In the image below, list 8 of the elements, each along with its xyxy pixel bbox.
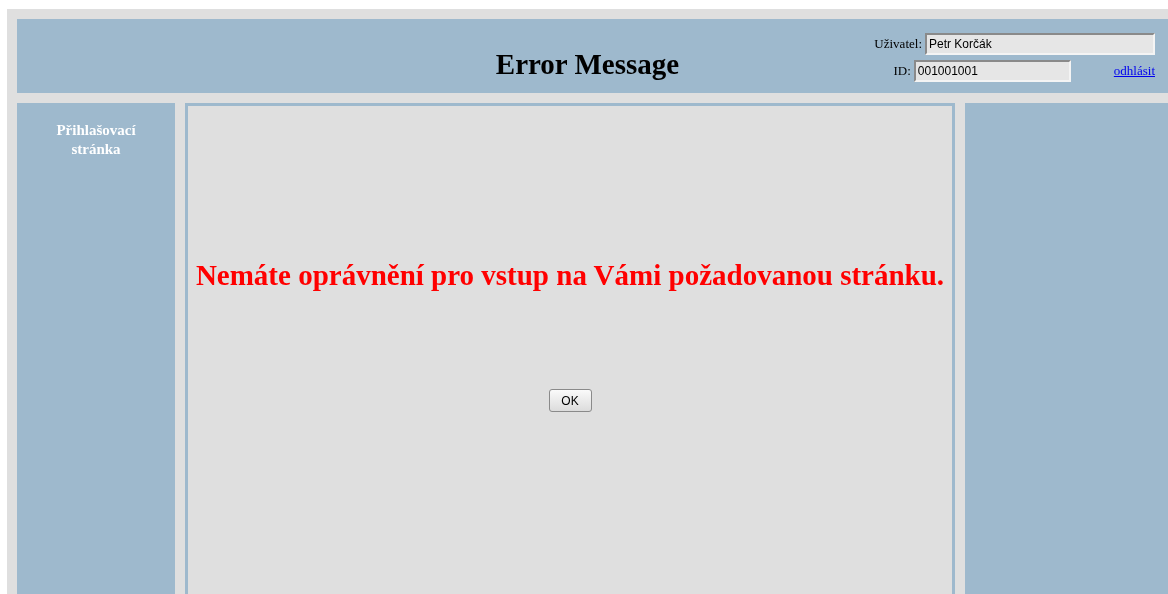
user-field[interactable]: Petr Korčák xyxy=(925,33,1155,55)
page-title: Error Message xyxy=(495,47,680,83)
user-label: Uživatel: xyxy=(874,35,922,54)
id-label: ID: xyxy=(893,62,911,81)
logout-link[interactable]: odhlásit xyxy=(1113,61,1155,81)
id-field[interactable]: 001001001 xyxy=(913,60,1071,82)
ok-button[interactable]: OK xyxy=(548,389,592,412)
error-message: Nemáte oprávnění pro vstup na Vámi požadovanou stránku. xyxy=(194,258,946,293)
